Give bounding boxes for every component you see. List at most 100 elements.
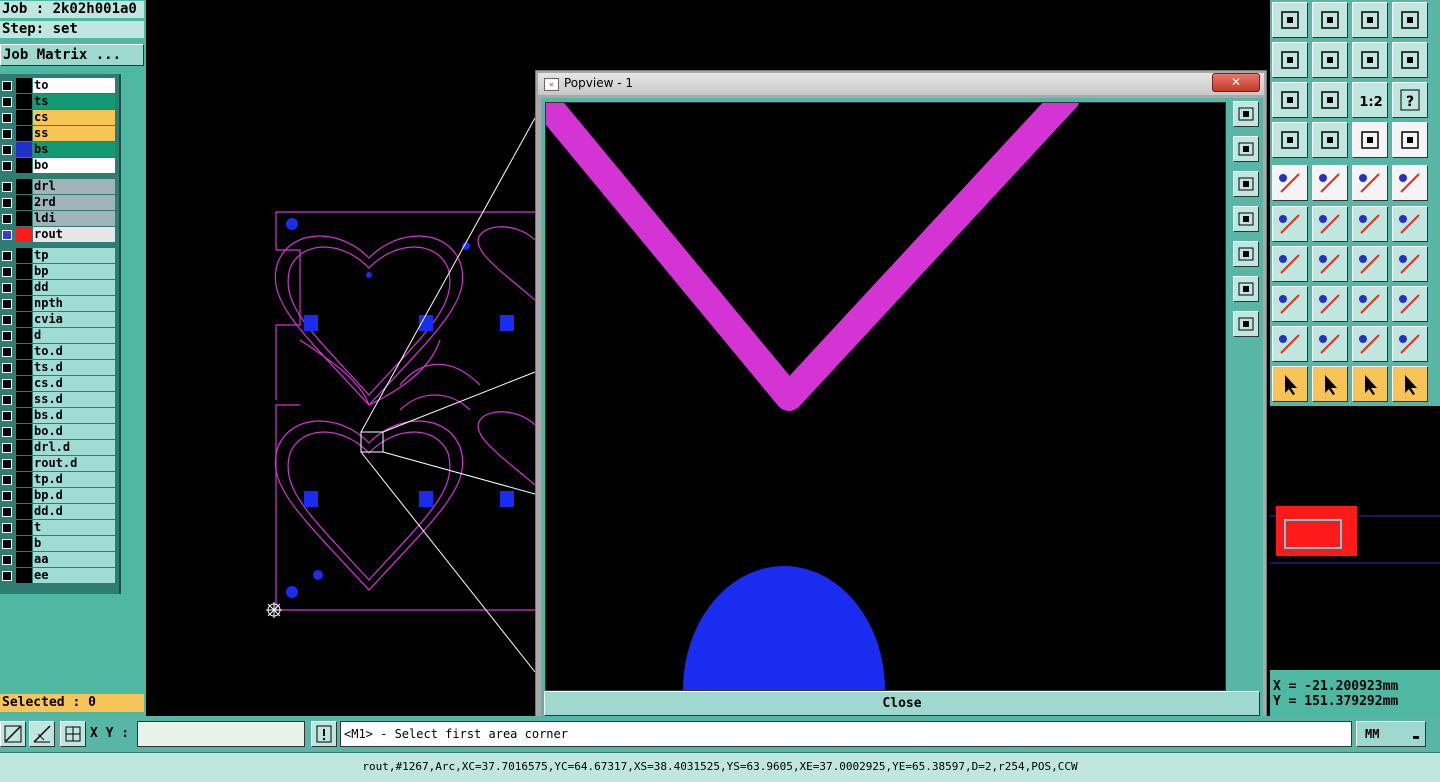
ratio-tool[interactable]: 1:2 bbox=[1352, 82, 1388, 118]
layer-row-aa[interactable]: aa bbox=[0, 552, 116, 567]
grid-button[interactable] bbox=[60, 721, 86, 747]
layer-row-d[interactable]: d bbox=[0, 328, 116, 343]
layer-checkbox[interactable] bbox=[2, 161, 12, 171]
layer-row-dd[interactable]: dd bbox=[0, 280, 116, 295]
layer-row-ee[interactable]: ee bbox=[0, 568, 116, 583]
layer-checkbox[interactable] bbox=[2, 459, 12, 469]
layer-checkbox[interactable] bbox=[2, 427, 12, 437]
pan-right-tool[interactable] bbox=[1312, 42, 1348, 78]
ruler-tool[interactable] bbox=[1352, 165, 1388, 201]
layer-checkbox[interactable] bbox=[2, 283, 12, 293]
layer-row-dd-d[interactable]: dd.d bbox=[0, 504, 116, 519]
layer-checkbox[interactable] bbox=[2, 443, 12, 453]
cross-tool[interactable] bbox=[1312, 206, 1348, 242]
line-add-tool[interactable] bbox=[1312, 165, 1348, 201]
layer-checkbox[interactable] bbox=[2, 555, 12, 565]
snap-end-tool[interactable] bbox=[1392, 206, 1428, 242]
layer-row-cs[interactable]: cs bbox=[0, 110, 116, 125]
layer-row-rout[interactable]: rout bbox=[0, 227, 116, 242]
pad-add-tool[interactable] bbox=[1272, 165, 1308, 201]
layer-row-bo[interactable]: bo bbox=[0, 158, 116, 173]
overview-map[interactable] bbox=[1270, 406, 1440, 670]
home-tool[interactable] bbox=[1352, 2, 1388, 38]
rotate-tool[interactable] bbox=[1352, 246, 1388, 282]
layer-row-bs-d[interactable]: bs.d bbox=[0, 408, 116, 423]
layer-checkbox[interactable] bbox=[2, 97, 12, 107]
layer-row-cvia[interactable]: cvia bbox=[0, 312, 116, 327]
triangle-tool[interactable] bbox=[1272, 326, 1308, 362]
multi-pad-tool[interactable] bbox=[1392, 286, 1428, 322]
layer-row-t[interactable]: t bbox=[0, 520, 116, 535]
zoom-extents-button[interactable] bbox=[1233, 276, 1259, 302]
angle-tool[interactable] bbox=[1272, 246, 1308, 282]
zoom-center-button[interactable] bbox=[1233, 311, 1259, 337]
pad-edit-tool[interactable] bbox=[1272, 286, 1308, 322]
layer-row-bp[interactable]: bp bbox=[0, 264, 116, 279]
layer-checkbox[interactable] bbox=[2, 475, 12, 485]
zoom-in-tool[interactable] bbox=[1272, 82, 1308, 118]
layer-row-ts-d[interactable]: ts.d bbox=[0, 360, 116, 375]
layer-row-cs-d[interactable]: cs.d bbox=[0, 376, 116, 391]
layer-row-drl[interactable]: drl bbox=[0, 179, 116, 194]
snap-button[interactable] bbox=[0, 721, 26, 747]
popview-titlebar[interactable]: ✕ Popview - 1 ✕ bbox=[538, 73, 1264, 95]
home-down-tool[interactable] bbox=[1312, 2, 1348, 38]
layer-checkbox[interactable] bbox=[2, 523, 12, 533]
measure-tool[interactable] bbox=[1352, 286, 1388, 322]
layer-row-to[interactable]: to bbox=[0, 78, 116, 93]
layer-checkbox[interactable] bbox=[2, 491, 12, 501]
pan-left-tool[interactable] bbox=[1272, 42, 1308, 78]
layer-row-2rd[interactable]: 2rd bbox=[0, 195, 116, 210]
layer-checkbox[interactable] bbox=[2, 315, 12, 325]
home-up-tool[interactable] bbox=[1272, 2, 1308, 38]
layer-checkbox[interactable] bbox=[2, 539, 12, 549]
select-region-tool[interactable] bbox=[1352, 366, 1388, 402]
layer-checkbox[interactable] bbox=[2, 267, 12, 277]
layer-checkbox[interactable] bbox=[2, 251, 12, 261]
layer-row-bo-d[interactable]: bo.d bbox=[0, 424, 116, 439]
alert-button[interactable] bbox=[311, 721, 337, 747]
layer-row-tp-d[interactable]: tp.d bbox=[0, 472, 116, 487]
layer-checkbox[interactable] bbox=[2, 129, 12, 139]
layer-row-bp-d[interactable]: bp.d bbox=[0, 488, 116, 503]
layer-checkbox[interactable] bbox=[2, 507, 12, 517]
wave-tool[interactable] bbox=[1392, 42, 1428, 78]
line-tool[interactable] bbox=[1312, 246, 1348, 282]
layer-checkbox[interactable] bbox=[2, 145, 12, 155]
pan-right-button[interactable] bbox=[1233, 241, 1259, 267]
layer-row-ts[interactable]: ts bbox=[0, 94, 116, 109]
text-ff-tool[interactable] bbox=[1392, 246, 1428, 282]
measure-button[interactable] bbox=[29, 721, 55, 747]
layer-row-to-d[interactable]: to.d bbox=[0, 344, 116, 359]
layer-row-tp[interactable]: tp bbox=[0, 248, 116, 263]
layer-checkbox[interactable] bbox=[2, 81, 12, 91]
close-button[interactable]: Close bbox=[544, 691, 1260, 716]
layer-checkbox[interactable] bbox=[2, 299, 12, 309]
layer-row-ldi[interactable]: ldi bbox=[0, 211, 116, 226]
select-box-tool[interactable] bbox=[1312, 366, 1348, 402]
job-matrix-button[interactable]: Job Matrix ... bbox=[0, 44, 144, 66]
layer-row-npth[interactable]: npth bbox=[0, 296, 116, 311]
layer-row-bs[interactable]: bs bbox=[0, 142, 116, 157]
layer-checkbox[interactable] bbox=[2, 395, 12, 405]
window-tool[interactable] bbox=[1392, 2, 1428, 38]
popview-window[interactable]: ✕ Popview - 1 ✕ Close bbox=[535, 70, 1267, 724]
layer-checkbox[interactable] bbox=[2, 113, 12, 123]
node-tool[interactable] bbox=[1272, 206, 1308, 242]
layer-row-ss-d[interactable]: ss.d bbox=[0, 392, 116, 407]
pan-left-button[interactable] bbox=[1233, 206, 1259, 232]
layer-diff-tool[interactable] bbox=[1392, 122, 1428, 158]
minus-tool[interactable] bbox=[1312, 286, 1348, 322]
layer-row-b[interactable]: b bbox=[0, 536, 116, 551]
layer-checkbox[interactable] bbox=[2, 347, 12, 357]
zoom-out-tool[interactable] bbox=[1312, 82, 1348, 118]
zoom-fit-button[interactable] bbox=[1233, 101, 1259, 127]
triangle-up-tool[interactable] bbox=[1312, 326, 1348, 362]
arch-up-tool[interactable] bbox=[1392, 326, 1428, 362]
layer-checkbox[interactable] bbox=[2, 331, 12, 341]
tools-tool[interactable] bbox=[1272, 122, 1308, 158]
probe-tool[interactable] bbox=[1312, 122, 1348, 158]
drill-tool[interactable] bbox=[1392, 165, 1428, 201]
select-pointer-tool[interactable] bbox=[1272, 366, 1308, 402]
help-tool[interactable]: ? bbox=[1392, 82, 1428, 118]
